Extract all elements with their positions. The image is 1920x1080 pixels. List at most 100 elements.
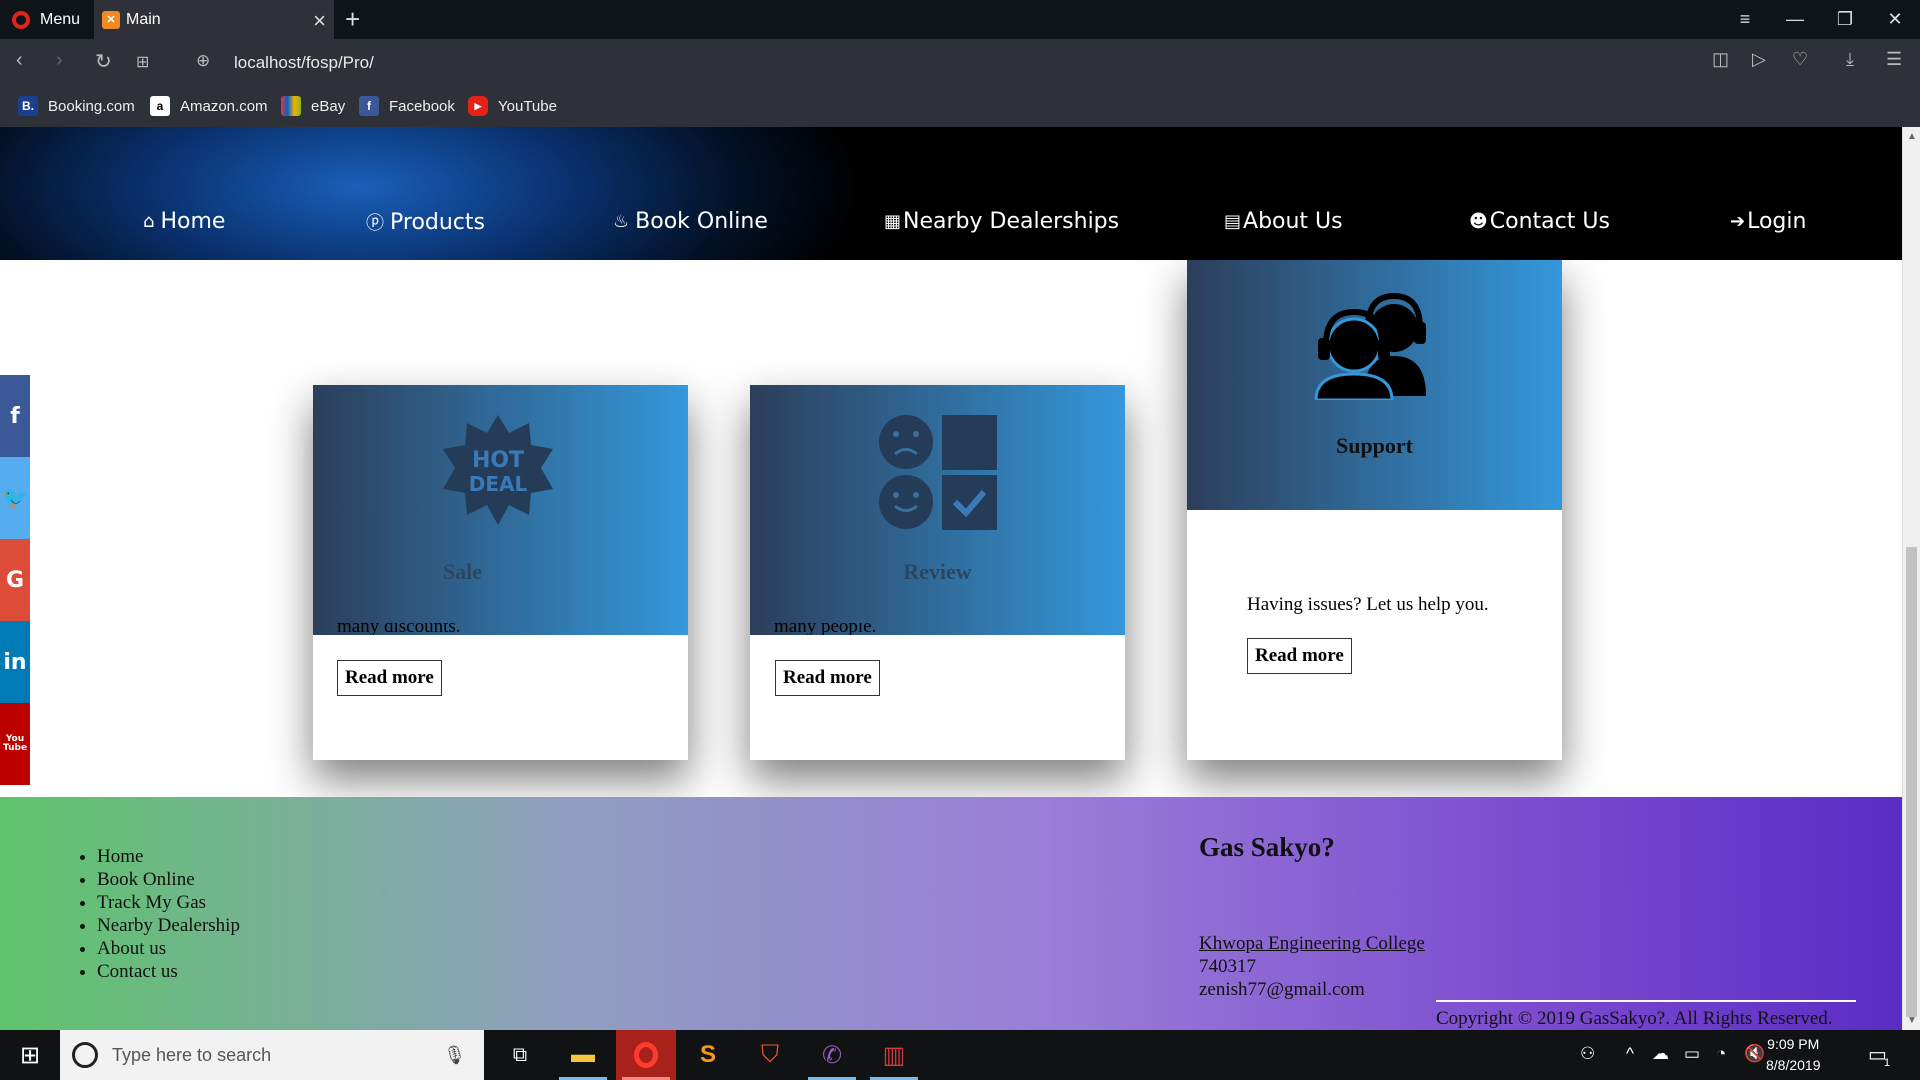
nav-home[interactable]: ⌂ Home: [143, 209, 225, 234]
battery-icon[interactable]: ▭: [1684, 1044, 1700, 1064]
system-clock[interactable]: 9:09 PM 8/8/2019: [1766, 1034, 1821, 1076]
bookmark-youtube[interactable]: ▶ YouTube: [468, 96, 557, 116]
footer-link-about-us[interactable]: About us: [97, 937, 240, 960]
browser-tab-bar: Menu ✕ Main × + ≡ — ❐ ✕: [0, 0, 1920, 39]
winrar-icon[interactable]: ▥: [864, 1030, 924, 1080]
tab-menu-icon[interactable]: ≡: [1720, 0, 1770, 39]
brave-icon[interactable]: ⛉: [740, 1030, 800, 1080]
browser-tab[interactable]: ✕ Main ×: [94, 0, 334, 39]
social-linkedin[interactable]: in: [0, 621, 30, 703]
site-footer: Home Book Online Track My Gas Nearby Dea…: [0, 797, 1902, 1030]
close-tab-icon[interactable]: ×: [313, 8, 326, 34]
social-twitter[interactable]: 🐦: [0, 457, 30, 539]
page-viewport: ⌂ Home ⓟ Products ♨ Book Online ▦ Nearby…: [0, 127, 1902, 1030]
opera-menu-button[interactable]: Menu: [0, 0, 94, 39]
nav-nearby-dealerships[interactable]: ▦ Nearby Dealerships: [884, 209, 1119, 234]
footer-link-track-my-gas[interactable]: Track My Gas: [97, 891, 240, 914]
back-icon[interactable]: ‹: [16, 49, 23, 72]
svg-text:HOT: HOT: [472, 448, 524, 473]
nav-products[interactable]: ⓟ Products: [366, 209, 485, 235]
people-icon[interactable]: ⚇: [1580, 1044, 1595, 1064]
copyright-divider: [1436, 1000, 1856, 1002]
footer-link-book-online[interactable]: Book Online: [97, 868, 240, 891]
send-icon[interactable]: ▷: [1752, 49, 1766, 70]
task-view-icon[interactable]: ⧉: [490, 1030, 550, 1080]
footer-links: Home Book Online Track My Gas Nearby Dea…: [97, 845, 240, 983]
nav-contact-us[interactable]: ☻ Contact Us: [1469, 209, 1610, 234]
footer-brand: Gas Sakyo?: [1199, 832, 1335, 862]
nav-label: Contact Us: [1489, 209, 1610, 234]
linkedin-icon: in: [3, 649, 27, 675]
nav-about-us[interactable]: ▤ About Us: [1224, 209, 1343, 234]
minimize-icon[interactable]: —: [1770, 0, 1820, 39]
card-header: HOT DEAL Sale: [313, 385, 688, 635]
footer-link-nearby-dealership[interactable]: Nearby Dealership: [97, 914, 240, 937]
products-icon: ⓟ: [366, 213, 384, 234]
social-youtube[interactable]: You Tube: [0, 703, 30, 785]
scroll-down-icon[interactable]: ▼: [1907, 1015, 1917, 1026]
read-more-button[interactable]: Read more: [775, 660, 880, 696]
card-header: Support: [1187, 260, 1562, 510]
onedrive-icon[interactable]: ☁: [1652, 1044, 1669, 1064]
social-google[interactable]: G: [0, 539, 30, 621]
read-more-button[interactable]: Read more: [1247, 638, 1352, 674]
new-tab-icon[interactable]: +: [345, 4, 360, 35]
nav-book-online[interactable]: ♨ Book Online: [613, 209, 768, 234]
nav-label: Book Online: [635, 209, 768, 234]
footer-link-home[interactable]: Home: [97, 845, 240, 868]
xampp-favicon-icon: ✕: [102, 10, 120, 29]
bookmark-facebook[interactable]: f Facebook: [359, 96, 455, 116]
sublime-text-icon[interactable]: S: [678, 1030, 738, 1080]
volume-muted-icon[interactable]: 🔇: [1744, 1044, 1765, 1064]
footer-link-contact-us[interactable]: Contact us: [97, 960, 240, 983]
heart-icon[interactable]: ♡: [1792, 49, 1808, 70]
url-input[interactable]: localhost/fosp/Pro/: [234, 53, 374, 73]
windows-start-icon[interactable]: ⊞: [0, 1030, 60, 1080]
nav-login[interactable]: ➔ Login: [1730, 209, 1806, 234]
reload-icon[interactable]: ↻: [95, 49, 112, 74]
scroll-up-icon[interactable]: ▲: [1907, 131, 1917, 142]
snapshot-icon[interactable]: ◫: [1712, 49, 1729, 70]
forward-icon[interactable]: ›: [56, 49, 63, 72]
bookmark-booking[interactable]: B. Booking.com: [18, 96, 135, 116]
bookmark-ebay[interactable]: eBay: [281, 96, 345, 116]
college-link[interactable]: Khwopa Engineering College: [1199, 932, 1425, 955]
globe-icon: ⊕: [196, 51, 211, 70]
microphone-icon[interactable]: 🎙: [443, 1045, 466, 1066]
read-more-button[interactable]: Read more: [337, 660, 442, 696]
youtube-icon: ▶: [468, 96, 488, 116]
nav-label: Products: [390, 209, 485, 235]
facebook-icon: f: [10, 403, 20, 429]
easy-setup-icon[interactable]: ☰: [1886, 49, 1902, 70]
opera-taskbar-icon[interactable]: [616, 1030, 676, 1080]
social-facebook[interactable]: f: [0, 375, 30, 457]
show-hidden-icons-icon[interactable]: ^: [1626, 1044, 1634, 1064]
email: zenish77@gmail.com: [1199, 979, 1365, 1000]
download-icon[interactable]: ⤓: [1846, 49, 1854, 70]
menu-label: Menu: [40, 10, 81, 28]
opera-logo-icon: [12, 10, 30, 29]
card-review: Review many people. Read more: [750, 385, 1125, 760]
card-title: Support: [1335, 433, 1414, 458]
file-explorer-icon[interactable]: ▬: [553, 1030, 613, 1080]
viber-icon[interactable]: ✆: [802, 1030, 862, 1080]
card-text-fragment: many people.: [774, 623, 877, 635]
speed-dial-icon[interactable]: ⊞: [136, 52, 149, 72]
facebook-icon: f: [359, 96, 379, 116]
nav-label: About Us: [1243, 209, 1343, 234]
page-scrollbar[interactable]: ▲ ▼: [1902, 127, 1920, 1030]
search-placeholder: Type here to search: [112, 1044, 272, 1065]
card-title: Review: [903, 559, 972, 584]
restore-icon[interactable]: ❐: [1820, 0, 1870, 39]
postal-code: 740317: [1199, 956, 1256, 977]
close-window-icon[interactable]: ✕: [1870, 0, 1920, 39]
youtube-icon: You Tube: [2, 734, 28, 753]
bookmark-amazon[interactable]: a Amazon.com: [150, 96, 268, 116]
bookmark-label: eBay: [311, 97, 346, 115]
cortana-icon: [72, 1042, 98, 1068]
taskbar-search[interactable]: Type here to search 🎙: [60, 1030, 484, 1080]
copyright: Copyright © 2019 GasSakyo?. All Rights R…: [1436, 1008, 1833, 1029]
scroll-thumb[interactable]: [1906, 547, 1917, 1017]
twitter-icon: 🐦: [1, 485, 29, 511]
wifi-icon[interactable]: ◔: [1716, 1044, 1726, 1064]
